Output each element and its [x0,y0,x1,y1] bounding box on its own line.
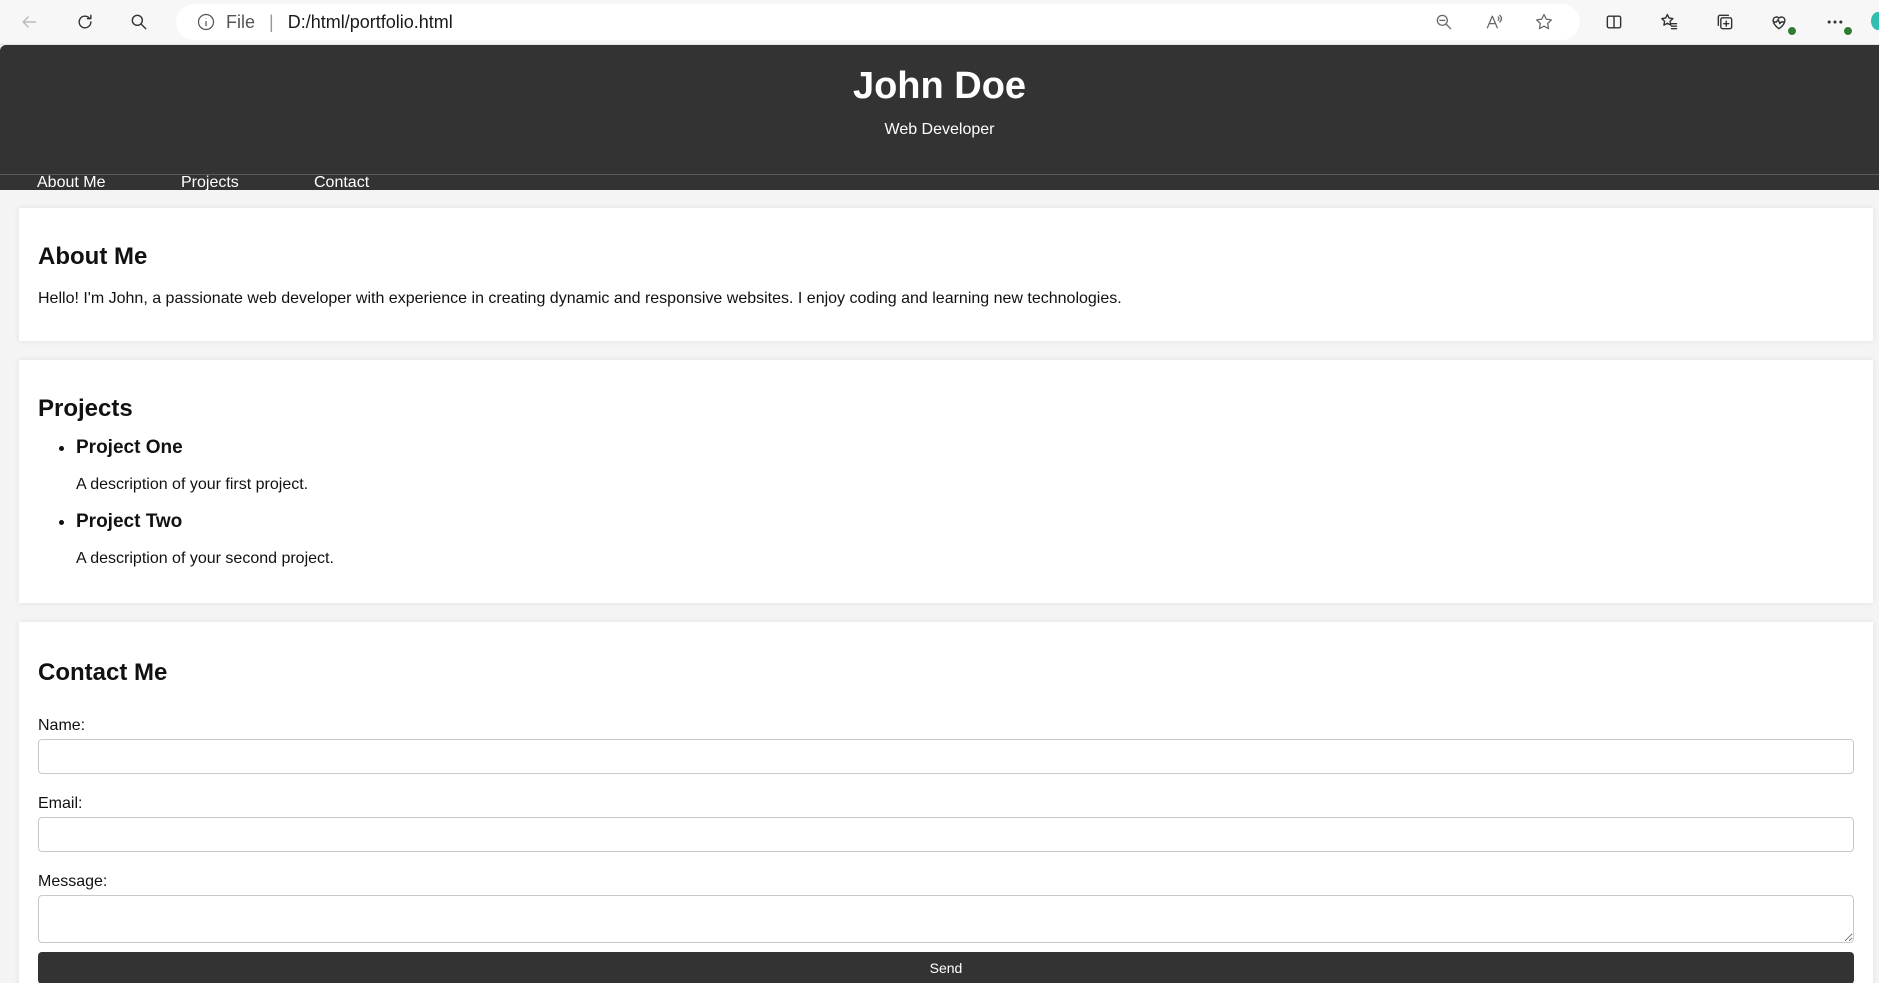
project-description: A description of your second project. [76,550,334,567]
search-icon[interactable] [122,6,156,38]
nav-link-contact[interactable]: Contact [314,175,369,191]
message-label: Message: [38,873,108,890]
site-title: John Doe [852,65,1027,107]
update-badge [1843,26,1853,36]
about-text: Hello! I'm John, a passionate web develo… [38,290,1122,307]
contact-heading: Contact Me [38,659,168,686]
address-url[interactable]: D:/html/portfolio.html [288,12,453,33]
site-nav: About Me Projects Contact [0,174,1879,191]
favorites-icon[interactable] [1652,6,1686,38]
name-field[interactable] [38,739,1854,774]
health-icon[interactable] [1762,6,1797,38]
nav-link-projects[interactable]: Projects [181,175,239,191]
contact-section: Contact Me Name: Email: Message: Send [19,622,1873,983]
back-arrow-icon[interactable] [12,6,46,38]
list-item: Project One A description of your first … [76,437,1854,495]
projects-section: Projects Project One A description of yo… [19,360,1873,603]
about-heading: About Me [38,243,148,270]
star-icon[interactable] [1528,6,1560,38]
message-field[interactable] [38,895,1854,943]
name-label: Name: [38,717,86,734]
read-aloud-icon[interactable] [1478,6,1510,38]
send-button[interactable]: Send [38,952,1854,983]
projects-heading: Projects [38,395,133,422]
project-description: A description of your first project. [76,476,309,493]
site-subtitle: Web Developer [884,121,995,138]
email-field[interactable] [38,817,1854,852]
project-title: Project One [76,437,183,458]
health-status-badge [1787,26,1797,36]
nav-link-about[interactable]: About Me [37,175,105,191]
about-section: About Me Hello! I'm John, a passionate w… [19,208,1873,341]
address-actions [1428,4,1560,40]
refresh-icon[interactable] [68,6,102,38]
info-icon[interactable] [196,12,216,32]
browser-toolbar: File | D:/html/portfolio.html [0,0,1879,45]
list-item: Project Two A description of your second… [76,511,1854,569]
address-scheme: File [226,11,256,32]
email-label: Email: [38,795,83,812]
split-screen-icon[interactable] [1597,6,1631,38]
more-icon[interactable] [1818,6,1853,38]
projects-list: Project One A description of your first … [38,437,1854,569]
project-title: Project Two [76,511,183,532]
copilot-icon[interactable] [1871,12,1879,30]
site-header: John Doe Web Developer [0,45,1879,174]
address-separator: | [269,11,274,32]
web-page: John Doe Web Developer About Me Projects… [0,45,1879,983]
zoom-out-icon[interactable] [1428,6,1460,38]
collections-icon[interactable] [1708,6,1742,38]
address-bar[interactable]: File | D:/html/portfolio.html [176,4,1580,40]
